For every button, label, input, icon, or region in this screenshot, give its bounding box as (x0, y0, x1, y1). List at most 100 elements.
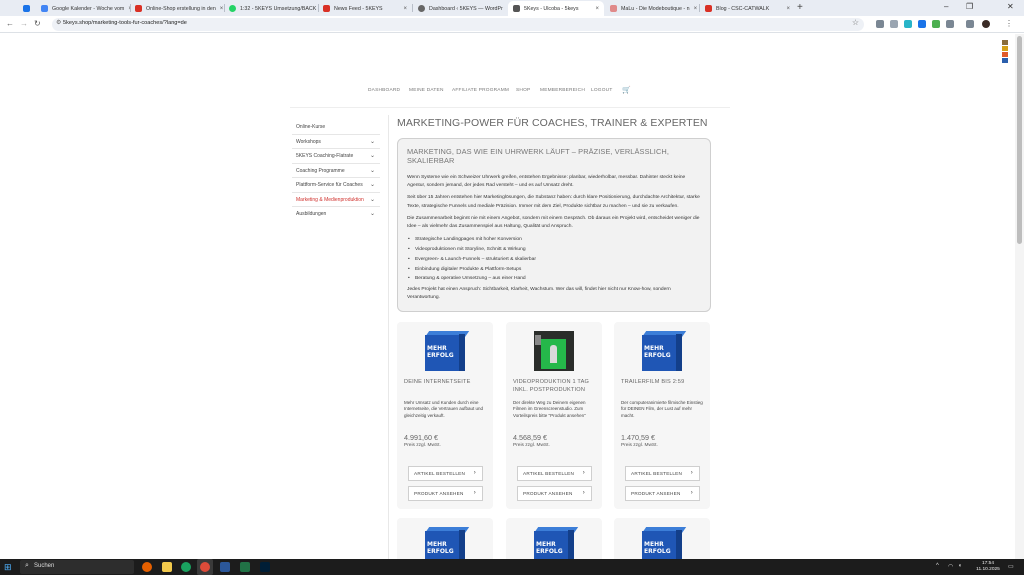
order-button[interactable]: ARTIKEL BESTELLEN › (625, 466, 700, 481)
notification-icon[interactable]: ▭ (1008, 563, 1014, 570)
new-tab-button[interactable]: + (797, 2, 803, 13)
chevron-down-icon[interactable]: ⌄ (370, 193, 375, 207)
order-button[interactable]: ARTIKEL BESTELLEN › (517, 466, 592, 481)
language-flags[interactable] (1002, 40, 1008, 64)
tab-favicon-icon (610, 5, 617, 12)
sidebar-item-plattform-service[interactable]: Plattform-Service für Coaches ⌄ (292, 178, 380, 193)
chevron-right-icon: › (690, 490, 693, 496)
mehr-erfolg-cube-image[interactable]: MEHR ERFOLG (425, 331, 470, 371)
tab-title: Online-Shop erstellung in den (146, 5, 216, 12)
extension-icon[interactable] (890, 20, 898, 28)
tab-malu-modeboutique[interactable]: MaLu - Die Modeboutique - n × (605, 1, 699, 16)
restore-icon[interactable]: ❐ (966, 2, 973, 11)
close-icon[interactable]: × (782, 6, 790, 12)
site-info-icon[interactable]: ⚙ (56, 19, 61, 26)
taskbar-search[interactable]: ⌕ Suchen (20, 560, 134, 574)
tab-online-shop[interactable]: Online-Shop erstellung in den × (130, 1, 223, 16)
page-title: MARKETING-POWER FÜR COACHES, TRAINER & E… (397, 117, 708, 129)
back-icon[interactable]: ← (6, 19, 14, 28)
sidebar-item-online-kurse[interactable]: Online-Kurse (292, 120, 380, 135)
reload-icon[interactable]: ↻ (34, 19, 41, 28)
tab-title: News Feed - 5KEYS (334, 5, 383, 12)
close-icon[interactable]: × (216, 6, 223, 12)
view-product-button[interactable]: PRODUKT ANSEHEN › (625, 486, 700, 501)
nav-meine-daten[interactable]: MEINE DATEN (409, 88, 444, 93)
chevron-right-icon: › (473, 470, 476, 476)
chevron-down-icon[interactable]: ⌄ (370, 135, 375, 149)
tab-google-calendar[interactable]: Google Kalender - Woche vom × (36, 1, 130, 16)
nav-memberbereich[interactable]: MEMBERBEREICH (540, 88, 585, 93)
tab-5keys-umsetzung[interactable]: 1:32 - 5KEYS Umsetzung/BACK × (224, 1, 318, 16)
close-icon[interactable]: × (399, 6, 407, 12)
close-icon[interactable]: × (690, 6, 698, 12)
tray-chevron-icon[interactable]: ^ (936, 563, 939, 569)
nav-shop[interactable]: SHOP (516, 88, 530, 93)
avatar[interactable] (982, 20, 990, 28)
chevron-down-icon[interactable]: ⌄ (370, 178, 375, 192)
bookmark-star-icon[interactable]: ☆ (852, 18, 859, 27)
service-list: Strategische Landingpages mit hoher Konv… (407, 235, 701, 284)
tab-dashboard-wordpress[interactable]: Dashboard ‹ 5KEYS — WordPr × (413, 1, 507, 16)
product-title[interactable]: TRAILERFILM BIS 2:59 (621, 378, 705, 386)
chevron-down-icon[interactable]: ⌄ (370, 207, 375, 221)
sidebar-item-marketing-medienproduktion[interactable]: Marketing & Medienproduktion ⌄ (292, 193, 380, 207)
list-item: Evergreen- & Launch-Funnels – strukturie… (407, 255, 701, 265)
clock-date: 11.10.2025 (976, 567, 1000, 572)
windows-taskbar: ⊞ ⌕ Suchen ^ ◠ ◖ 17:54 11.10.2025 ▭ (0, 559, 1024, 575)
window-close-icon[interactable]: ✕ (1007, 2, 1014, 11)
intro-paragraph: Wenn Systeme wie ein Schweizer Uhrwerk g… (407, 175, 686, 189)
sidebar-item-workshops[interactable]: Workshops ⌄ (292, 135, 380, 149)
extension-icon[interactable] (932, 20, 940, 28)
extensions-puzzle-icon[interactable] (946, 20, 954, 28)
download-icon[interactable] (966, 20, 974, 28)
nav-logout[interactable]: LOGOUT (591, 88, 612, 93)
chrome-icon[interactable] (200, 562, 210, 572)
list-item: Strategische Landingpages mit hoher Konv… (407, 235, 701, 245)
product-title[interactable]: VIDEOPRODUKTION 1 TAG INKL. POSTPRODUKTI… (513, 378, 597, 394)
vpn-extension-icon[interactable] (904, 20, 912, 28)
volume-icon[interactable]: ◖ (958, 563, 962, 569)
order-button[interactable]: ARTIKEL BESTELLEN › (408, 466, 483, 481)
word-icon[interactable] (220, 562, 230, 572)
excel-icon[interactable] (240, 562, 250, 572)
wifi-icon[interactable]: ◠ (948, 563, 953, 570)
product-card: MEHR ERFOLG TRAILERFILM BIS 2:59 Der com… (614, 322, 710, 509)
sidebar-item-coaching-programme[interactable]: Coaching Programme ⌄ (292, 164, 380, 178)
tab-pinned[interactable] (18, 1, 32, 16)
browser-tab-bar: Google Kalender - Woche vom × Online-Sho… (0, 0, 1024, 16)
nav-affiliate-programm[interactable]: AFFILIATE PROGRAMM (452, 88, 509, 93)
view-product-button[interactable]: PRODUKT ANSEHEN › (408, 486, 483, 501)
extension-icon[interactable] (918, 20, 926, 28)
close-icon[interactable]: × (503, 6, 508, 12)
chevron-down-icon[interactable]: ⌄ (370, 164, 375, 178)
address-bar[interactable]: ⚙ 5keys.shop/marketing-tools-fur-coaches… (52, 18, 864, 31)
tab-5keys-active[interactable]: 5Keys - Ulcoba - 5keys × (508, 1, 604, 16)
product-title[interactable]: DEINE INTERNETSEITE (404, 378, 488, 386)
minimize-icon[interactable]: – (944, 2, 948, 11)
sidebar-item-ausbildungen[interactable]: Ausbildungen ⌄ (292, 207, 380, 222)
photoshop-icon[interactable] (260, 562, 270, 572)
greenscreen-studio-image[interactable] (534, 331, 574, 371)
menu-icon[interactable]: ⋮ (1005, 19, 1013, 28)
extension-icon[interactable] (876, 20, 884, 28)
tab-title: 1:32 - 5KEYS Umsetzung/BACK (240, 5, 317, 12)
chevron-down-icon[interactable]: ⌄ (370, 149, 375, 163)
firefox-icon[interactable] (142, 562, 152, 572)
view-product-button[interactable]: PRODUKT ANSEHEN › (517, 486, 592, 501)
windows-start-icon[interactable]: ⊞ (4, 562, 12, 573)
clock[interactable]: 17:54 11.10.2025 (976, 561, 1000, 573)
tab-blog-catwalk[interactable]: Blog - CSC-CATWALK × (700, 1, 795, 16)
tab-news-feed[interactable]: News Feed - 5KEYS × (318, 1, 412, 16)
mehr-erfolg-cube-image[interactable]: MEHR ERFOLG (642, 331, 687, 371)
close-icon[interactable]: × (591, 6, 599, 12)
cart-icon[interactable]: 🛒 (622, 86, 631, 94)
chevron-right-icon: › (690, 470, 693, 476)
page-scrollbar[interactable] (1015, 34, 1024, 559)
edge-icon[interactable] (181, 562, 191, 572)
sidebar-item-coaching-flatrate[interactable]: 5KEYS Coaching-Flatrate ⌄ (292, 149, 380, 164)
nav-dashboard[interactable]: DASHBOARD (368, 88, 400, 93)
forward-icon[interactable]: → (20, 19, 28, 28)
file-explorer-icon[interactable] (162, 562, 172, 572)
scrollbar-thumb[interactable] (1017, 36, 1022, 244)
intro-heading: MARKETING, DAS WIE EIN UHRWERK LÄUFT – P… (407, 147, 669, 165)
